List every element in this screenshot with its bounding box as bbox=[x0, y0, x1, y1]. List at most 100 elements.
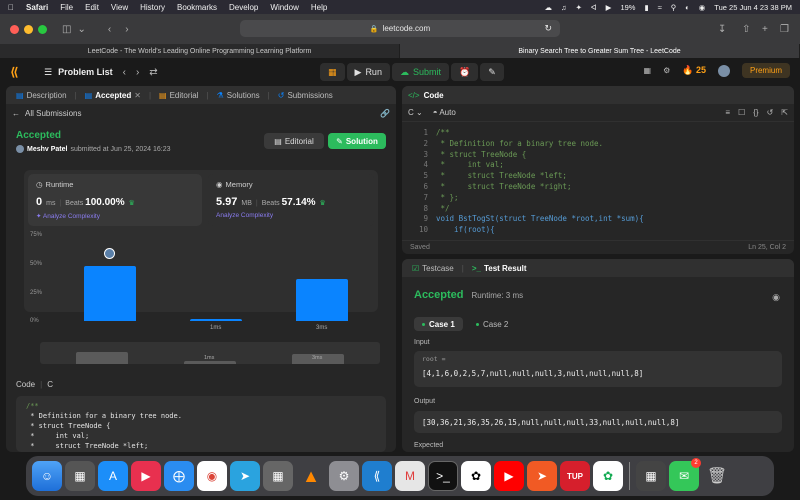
mongodb-icon[interactable]: ✿ bbox=[593, 461, 623, 491]
menu-help[interactable]: Help bbox=[311, 3, 327, 12]
layout-icon[interactable]: ▦ bbox=[644, 66, 652, 75]
system-settings-icon[interactable]: ⚙ bbox=[329, 461, 359, 491]
tab-testcase[interactable]: ☑ Testcase bbox=[408, 264, 458, 273]
menu-bookmarks[interactable]: Bookmarks bbox=[177, 3, 217, 12]
browser-tab-problem[interactable]: Binary Search Tree to Greater Sum Tree -… bbox=[400, 44, 800, 58]
cloud-icon[interactable]: ☁ bbox=[544, 3, 552, 12]
launchpad-icon[interactable]: ▦ bbox=[65, 461, 95, 491]
trash-icon[interactable]: 🗑 bbox=[702, 461, 732, 491]
debug-button[interactable]: ▦ bbox=[320, 63, 345, 81]
all-submissions-link[interactable]: ← All Submissions 🔗 bbox=[6, 104, 396, 122]
timer-button[interactable]: ⏰ bbox=[450, 63, 479, 81]
menu-edit[interactable]: Edit bbox=[85, 3, 99, 12]
run-button[interactable]: ▶ Run bbox=[346, 63, 390, 81]
solution-button[interactable]: ✎ Solution bbox=[328, 133, 386, 149]
input-box[interactable]: root = [4,1,6,0,2,5,7,null,null,null,3,n… bbox=[414, 351, 782, 387]
submitted-code-block[interactable]: /** * Definition for a binary tree node.… bbox=[16, 396, 386, 452]
vlc-icon[interactable]: ▲ bbox=[296, 461, 326, 491]
distribution-bar[interactable] bbox=[190, 318, 242, 321]
vscode-icon[interactable]: ⟪ bbox=[362, 461, 392, 491]
menu-develop[interactable]: Develop bbox=[229, 3, 258, 12]
tab-solutions[interactable]: ⚗ Solutions bbox=[213, 91, 264, 100]
music-icon[interactable]: ♫ bbox=[561, 3, 567, 12]
runtime-card[interactable]: ◷ Runtime 0 ms | Beats 100.00% ♛ ✦ Analyz… bbox=[28, 174, 202, 226]
battery-icon[interactable]: ▮ bbox=[644, 3, 648, 12]
problem-list-button[interactable]: ☰ Problem List bbox=[44, 67, 113, 78]
shuffle-icon[interactable]: ⇄ bbox=[149, 67, 157, 78]
premium-button[interactable]: Premium bbox=[741, 63, 790, 78]
ai-icon[interactable]: ✦ bbox=[576, 3, 582, 12]
format-icon[interactable]: ≡ bbox=[725, 108, 730, 117]
analyze-complexity-link[interactable]: Analyze Complexity bbox=[216, 212, 366, 219]
browser-tab-leetcode-home[interactable]: LeetCode - The World's Leading Online Pr… bbox=[0, 44, 400, 58]
user-avatar[interactable] bbox=[717, 64, 730, 77]
apple-icon[interactable]:  bbox=[8, 3, 14, 12]
tab-editorial[interactable]: ▤ Editorial bbox=[155, 91, 202, 100]
gmail-icon[interactable]: M bbox=[395, 461, 425, 491]
distribution-bar[interactable] bbox=[84, 265, 136, 321]
wifi-icon[interactable]: ≈ bbox=[658, 3, 662, 12]
forward-icon[interactable]: › bbox=[125, 24, 128, 35]
case-1-tab[interactable]: Case 1 bbox=[414, 317, 463, 331]
terminal-icon[interactable]: >_ bbox=[428, 461, 458, 491]
notes-button[interactable]: ✎ bbox=[480, 63, 504, 81]
memory-card[interactable]: ◉ Memory 5.97 MB | Beats 57.14% ♛ Analyze… bbox=[208, 174, 374, 226]
streak-counter[interactable]: 🔥 25 bbox=[682, 65, 706, 76]
control-center-icon[interactable]: ◐ bbox=[685, 3, 690, 12]
distribution-bar[interactable] bbox=[296, 278, 348, 321]
tab-overview-icon[interactable]: ❐ bbox=[780, 24, 789, 35]
search-icon[interactable]: ⚲ bbox=[671, 3, 677, 12]
close-icon[interactable]: ✕ bbox=[134, 91, 141, 100]
fullscreen-icon[interactable]: ⇱ bbox=[781, 108, 788, 117]
auto-mode-toggle[interactable]: ◓ Auto bbox=[433, 108, 456, 117]
eye-icon[interactable]: ◉ bbox=[772, 292, 780, 303]
menu-history[interactable]: History bbox=[140, 3, 165, 12]
download-icon[interactable]: ↧ bbox=[718, 24, 726, 35]
tab-accepted[interactable]: ▤ Accepted ✕ bbox=[81, 91, 145, 100]
play-icon[interactable]: ▶ bbox=[606, 3, 612, 12]
chart-overview-slider[interactable]: 1ms 3ms bbox=[40, 342, 380, 364]
link-icon[interactable]: 🔗 bbox=[380, 109, 390, 118]
youtube-icon[interactable]: ▶ bbox=[494, 461, 524, 491]
analyze-complexity-link[interactable]: ✦ Analyze Complexity bbox=[36, 212, 194, 220]
leetcode-logo-icon[interactable]: ⟪ bbox=[10, 65, 24, 79]
minimize-window-icon[interactable] bbox=[24, 24, 33, 34]
case-2-tab[interactable]: Case 2 bbox=[468, 317, 516, 331]
settings-icon[interactable]: ⚙ bbox=[663, 66, 670, 75]
menu-view[interactable]: View bbox=[111, 3, 128, 12]
battery-percent[interactable]: 19% bbox=[620, 3, 635, 12]
bluetooth-icon[interactable]: ᐊ bbox=[591, 3, 597, 12]
editorial-button[interactable]: ▤ Editorial bbox=[264, 133, 324, 149]
menu-file[interactable]: File bbox=[60, 3, 73, 12]
menu-app-name[interactable]: Safari bbox=[26, 3, 48, 12]
chrome-icon[interactable]: ◉ bbox=[197, 461, 227, 491]
tab-submissions[interactable]: ↺ Submissions bbox=[274, 91, 337, 100]
share-icon[interactable]: ⇧ bbox=[742, 24, 750, 35]
sidebar-toggle-icon[interactable]: ◫ bbox=[62, 24, 71, 35]
tab-description[interactable]: ▤ Description bbox=[12, 91, 71, 100]
address-bar[interactable]: 🔒 leetcode.com ↻ bbox=[240, 20, 560, 37]
finder-icon[interactable]: ☺ bbox=[32, 461, 62, 491]
output-box[interactable]: [30,36,21,36,35,26,15,null,null,null,33,… bbox=[414, 411, 782, 433]
app-store-icon[interactable]: A bbox=[98, 461, 128, 491]
code-editor[interactable]: 1 /** 2 * Definition for a binary tree nod… bbox=[402, 124, 794, 234]
bookmark-icon[interactable]: ☐ bbox=[738, 108, 745, 117]
postman-icon[interactable]: ➤ bbox=[527, 461, 557, 491]
safari-icon[interactable]: ⨁ bbox=[164, 461, 194, 491]
chevron-down-icon[interactable]: ⌄ bbox=[77, 24, 85, 35]
back-icon[interactable]: ‹ bbox=[108, 24, 111, 35]
tab-test-result[interactable]: >_ Test Result bbox=[468, 264, 531, 273]
braces-icon[interactable]: {} bbox=[753, 108, 758, 117]
submitter-name[interactable]: Meshv Patel bbox=[27, 146, 67, 153]
telegram-icon[interactable]: ➤ bbox=[230, 461, 260, 491]
submit-button[interactable]: ☁ Submit bbox=[391, 63, 449, 81]
zoom-window-icon[interactable] bbox=[38, 24, 47, 34]
clock[interactable]: Tue 25 Jun 4 23 38 PM bbox=[714, 3, 792, 12]
prev-problem-icon[interactable]: ‹ bbox=[123, 67, 126, 78]
your-submission-marker[interactable] bbox=[104, 248, 115, 259]
reload-icon[interactable]: ↻ bbox=[544, 23, 552, 34]
tup-app-icon[interactable]: TUP bbox=[560, 461, 590, 491]
video-app-icon[interactable]: ▶ bbox=[131, 461, 161, 491]
messages-icon[interactable]: ✉ 2 bbox=[669, 458, 701, 491]
menu-window[interactable]: Window bbox=[270, 3, 298, 12]
